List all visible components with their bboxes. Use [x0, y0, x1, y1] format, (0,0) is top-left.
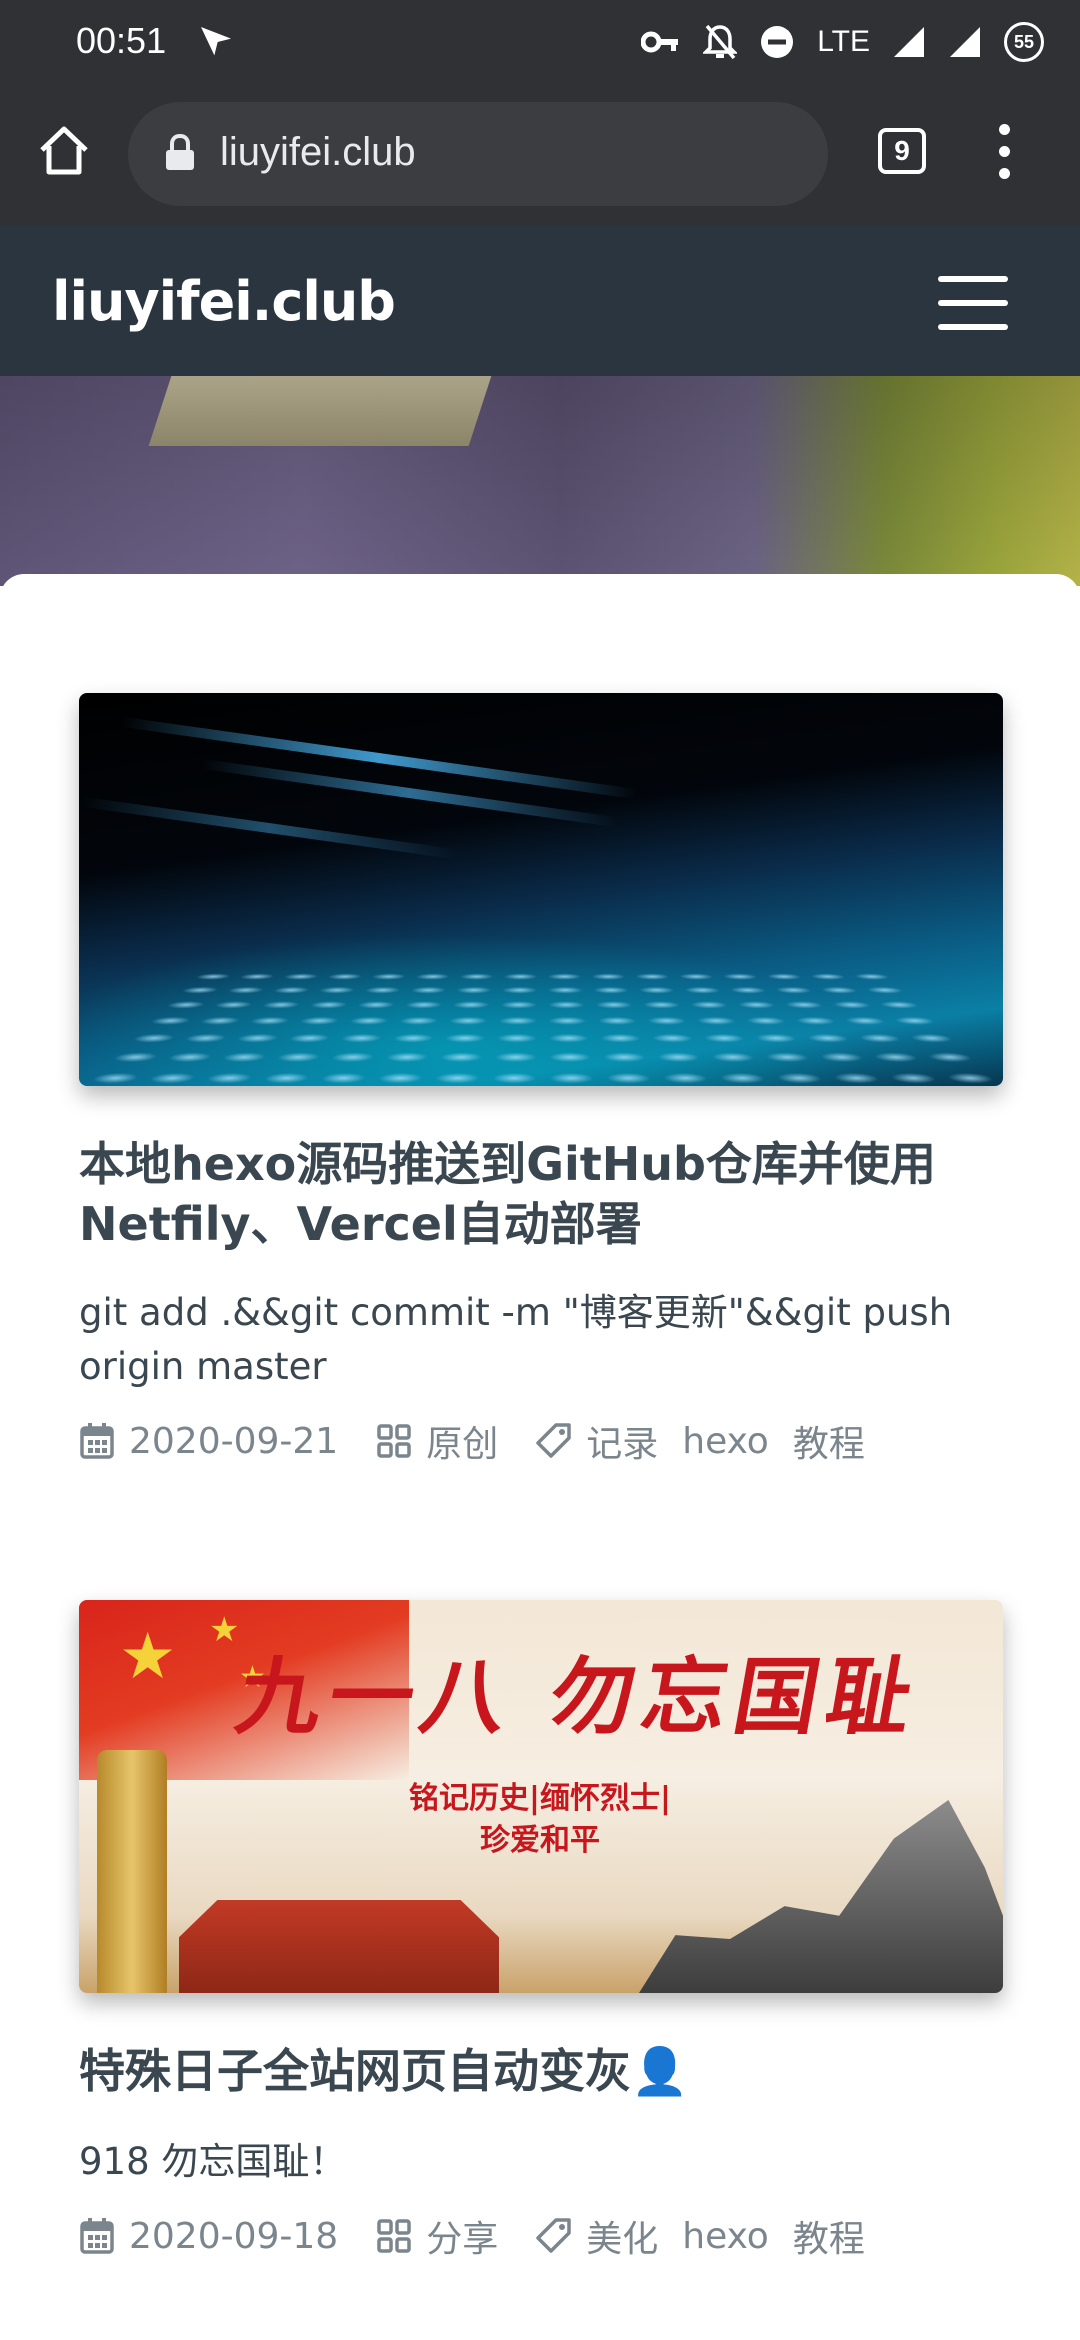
- home-icon[interactable]: [34, 120, 94, 180]
- post-category-text: 原创: [426, 1424, 499, 1465]
- post-cover-memorial[interactable]: ★ ★ ★ 九一八 勿忘国耻 铭记历史|缅怀烈士| 珍爱和平: [79, 1600, 1003, 1993]
- hamburger-menu-icon[interactable]: [938, 276, 1008, 330]
- post-excerpt: git add .&&git commit -m "博客更新"&&git pus…: [79, 1291, 953, 1388]
- calendar-icon: [80, 1423, 114, 1459]
- post-excerpt: 918 勿忘国耻！: [79, 2140, 347, 2183]
- monument-shape: [639, 1800, 1003, 1993]
- category-grid-icon: [377, 2219, 411, 2253]
- keyboard-keys: [79, 970, 1003, 1086]
- hero-banner-image: [0, 376, 1080, 586]
- do-not-disturb-icon: [761, 26, 794, 58]
- network-type: LTE: [817, 25, 870, 58]
- post-cover-keyboard[interactable]: [79, 693, 1003, 1086]
- site-title[interactable]: liuyifei.club: [52, 270, 396, 333]
- tag-link[interactable]: 记录: [586, 1415, 658, 1467]
- post-date-text: 2020-09-18: [129, 2215, 339, 2257]
- lock-icon: [166, 134, 194, 170]
- signal-icon-secondary: [950, 27, 980, 57]
- star-icon: ★: [209, 1610, 240, 1650]
- post-meta: 2020-09-21 原创 记录 hexo 教程: [79, 1416, 1003, 1466]
- address-bar[interactable]: liuyifei.club: [128, 102, 828, 206]
- category-grid-icon: [377, 1424, 411, 1458]
- vpn-key-icon: [641, 31, 679, 53]
- banner-subtitle-line: 珍爱和平: [479, 1823, 600, 1858]
- tag-link[interactable]: 教程: [793, 1415, 865, 1467]
- status-icons: LTE 55: [641, 16, 1044, 68]
- post-tags: 美化 hexo 教程: [536, 2210, 889, 2262]
- post-card: 本地hexo源码推送到GitHub仓库并使用Netfily、Vercel自动部署…: [79, 693, 1003, 1466]
- status-bar: 00:51 LTE 55: [0, 0, 1080, 84]
- browser-menu-icon[interactable]: [990, 124, 1020, 180]
- post-date: 2020-09-18: [79, 2216, 338, 2257]
- tag-link[interactable]: 教程: [793, 2210, 865, 2262]
- navigation-arrow-icon: [201, 27, 231, 56]
- tag-icon: [536, 1423, 571, 1458]
- notifications-off-icon: [703, 24, 738, 60]
- battery-saver-badge: 55: [1004, 22, 1044, 62]
- calendar-icon: [80, 2218, 114, 2254]
- post-title[interactable]: 本地hexo源码推送到GitHub仓库并使用Netfily、Vercel自动部署: [79, 1134, 1003, 1254]
- signal-icon: [894, 27, 924, 57]
- post-category[interactable]: 原创: [376, 1415, 498, 1467]
- banner-subtitle-line: 铭记历史|缅怀烈士|: [409, 1781, 671, 1816]
- post-card: ★ ★ ★ 九一八 勿忘国耻 铭记历史|缅怀烈士| 珍爱和平 特殊日子全站网页自…: [79, 1600, 1003, 2261]
- tiananmen-shape: [179, 1900, 499, 1993]
- banner-headline: 九一八 勿忘国耻: [229, 1647, 928, 1746]
- post-title[interactable]: 特殊日子全站网页自动变灰👤: [79, 2041, 1003, 2101]
- post-category[interactable]: 分享: [376, 2210, 498, 2262]
- tag-icon: [536, 2218, 571, 2253]
- tag-link[interactable]: hexo: [682, 2216, 769, 2257]
- tag-link[interactable]: hexo: [682, 1421, 769, 1462]
- browser-toolbar: liuyifei.club 9: [0, 84, 1080, 226]
- banner-subtitle: 铭记历史|缅怀烈士| 珍爱和平: [409, 1778, 671, 1862]
- post-tags: 记录 hexo 教程: [536, 1415, 889, 1467]
- url-text: liuyifei.club: [220, 130, 416, 174]
- post-date-text: 2020-09-21: [129, 1420, 339, 1462]
- post-date: 2020-09-21: [79, 1421, 338, 1462]
- post-meta: 2020-09-18 分享 美化 hexo 教程: [79, 2211, 1003, 2261]
- huabiao-pillar-shape: [97, 1750, 167, 1993]
- status-time: 00:51: [76, 20, 167, 61]
- star-icon: ★: [119, 1620, 177, 1694]
- tag-link[interactable]: 美化: [586, 2210, 658, 2262]
- tab-switcher-button[interactable]: 9: [878, 128, 926, 174]
- site-header: liuyifei.club: [0, 226, 1080, 376]
- post-category-text: 分享: [426, 2219, 499, 2260]
